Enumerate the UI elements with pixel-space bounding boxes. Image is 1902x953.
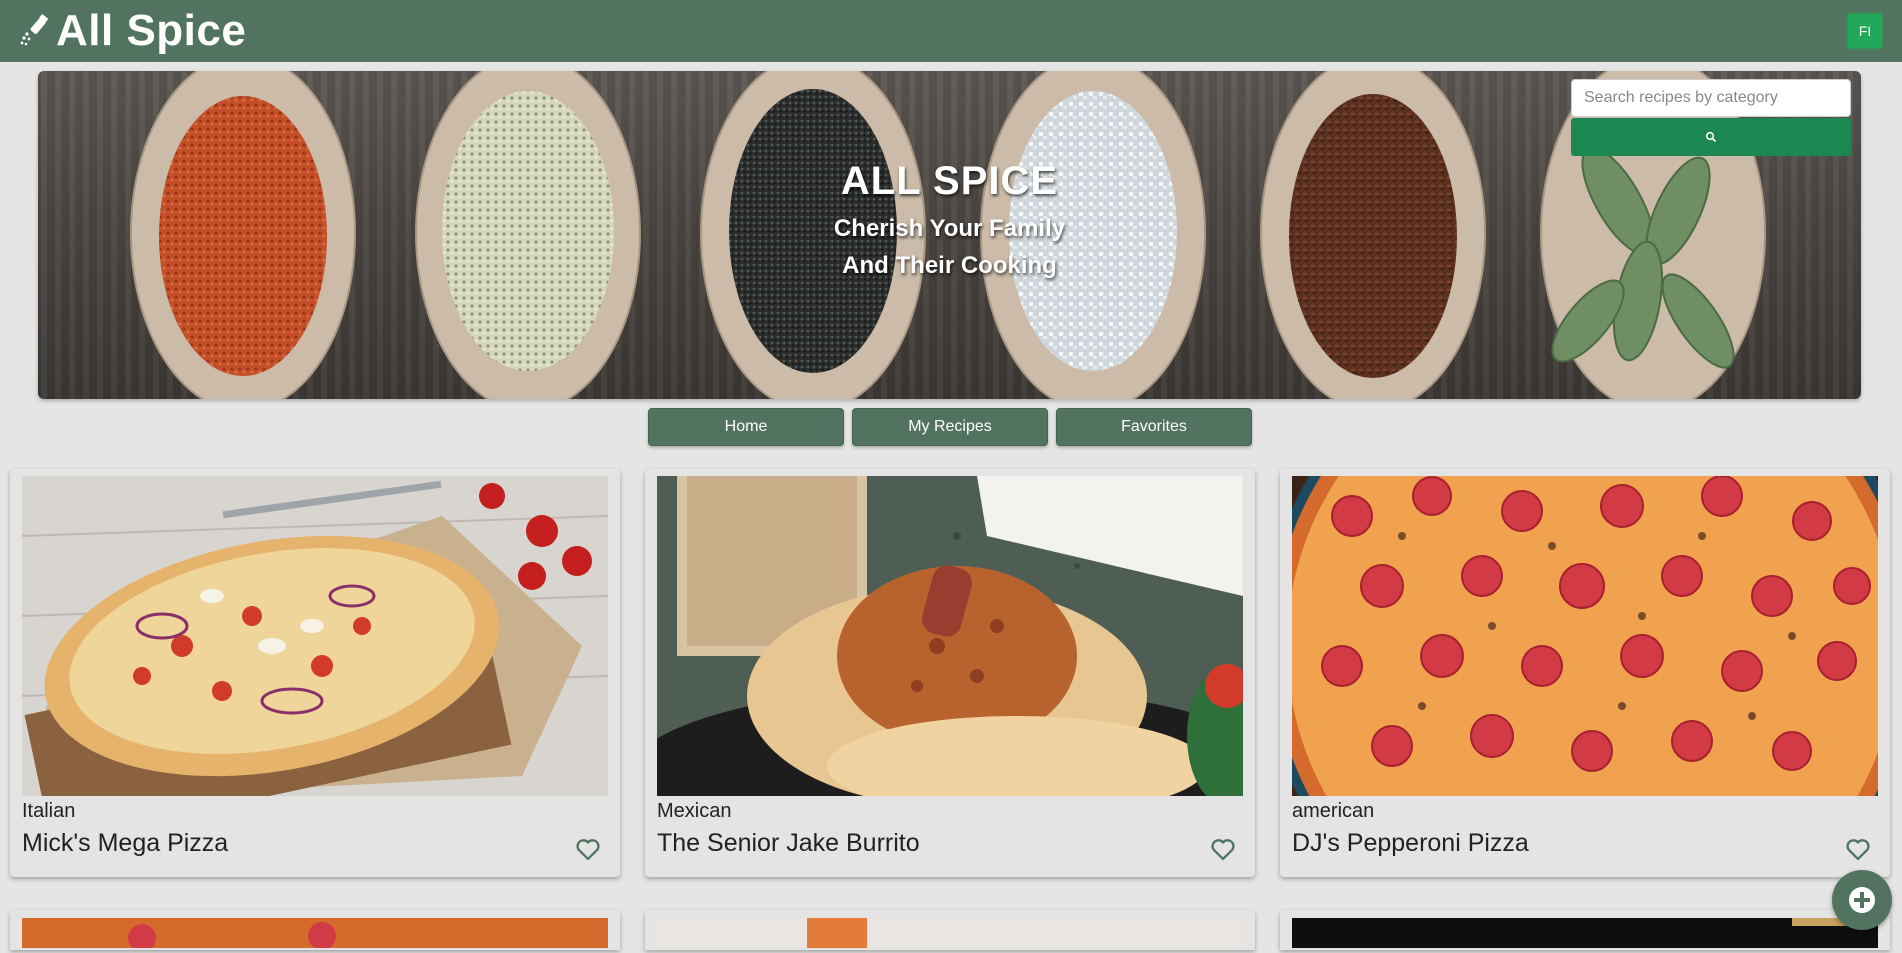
heart-outline-icon[interactable] — [574, 835, 602, 863]
recipe-photo — [22, 918, 608, 952]
recipe-card-partial[interactable] — [1280, 910, 1890, 950]
recipe-category: american — [1292, 800, 1375, 822]
recipe-card[interactable]: american DJ's Pepperoni Pizza — [1280, 469, 1890, 877]
hero-text: ALL SPICE Cherish Your Family And Their … — [38, 159, 1861, 284]
favorites-button[interactable]: Favorites — [1056, 408, 1252, 446]
heart-outline-icon[interactable] — [1209, 835, 1237, 863]
navbar: All Spice FI — [0, 0, 1902, 62]
recipe-card-partial[interactable] — [645, 910, 1255, 950]
recipe-title[interactable]: DJ's Pepperoni Pizza — [1292, 828, 1878, 858]
user-avatar[interactable]: FI — [1846, 12, 1884, 50]
pizza-photo — [22, 476, 608, 796]
burrito-photo — [657, 476, 1243, 796]
heart-outline-icon[interactable] — [1844, 835, 1872, 863]
recipe-title[interactable]: The Senior Jake Burrito — [657, 828, 1243, 858]
pepperoni-pizza-photo — [1292, 476, 1878, 796]
recipe-card[interactable]: Italian Mick's Mega Pizza — [10, 469, 620, 877]
recipe-category: Italian — [22, 800, 76, 822]
search-icon — [1705, 131, 1717, 143]
search-button[interactable] — [1571, 118, 1851, 156]
my-recipes-button[interactable]: My Recipes — [852, 408, 1048, 446]
brand-link[interactable]: All Spice — [18, 6, 246, 56]
recipe-category: Mexican — [657, 800, 732, 822]
recipe-title[interactable]: Mick's Mega Pizza — [22, 828, 608, 858]
search-form — [1571, 79, 1851, 156]
recipe-filter-nav: Home My Recipes Favorites — [648, 408, 1252, 446]
home-button[interactable]: Home — [648, 408, 844, 446]
hero-title: ALL SPICE — [840, 159, 1059, 203]
search-input[interactable] — [1571, 79, 1851, 117]
add-recipe-button[interactable] — [1832, 870, 1892, 930]
recipe-card-partial[interactable] — [10, 910, 620, 952]
hero-banner: ALL SPICE Cherish Your Family And Their … — [38, 71, 1861, 399]
recipe-photo — [657, 918, 1243, 948]
brand-title: All Spice — [56, 6, 247, 55]
recipe-photo — [1292, 918, 1878, 948]
spice-grinder-icon — [20, 14, 48, 46]
hero-subtitle-line-1: Cherish Your Family — [833, 215, 1066, 242]
plus-circle-icon — [1849, 887, 1875, 913]
hero-subtitle-line-2: And Their Cooking — [842, 252, 1057, 279]
recipe-card[interactable]: Mexican The Senior Jake Burrito — [645, 469, 1255, 877]
